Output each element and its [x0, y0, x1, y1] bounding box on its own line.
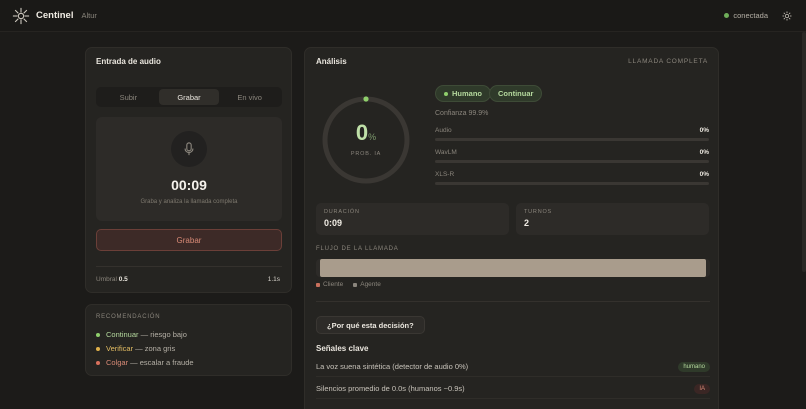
- turns-stat: TURNOS 2: [516, 203, 709, 235]
- tab-live[interactable]: En vivo: [219, 89, 280, 105]
- call-flow-bar: [316, 259, 710, 277]
- recording-panel: 00:09 Graba y analiza la llamada complet…: [96, 117, 282, 221]
- audio-duration-value: 1.1s: [267, 276, 280, 283]
- sun-icon: [782, 11, 792, 20]
- input-mode-tabs: Subir Grabar En vivo: [96, 87, 282, 107]
- recommendation-desc: — escalar a fraude: [128, 358, 194, 367]
- call-flow-legend: Cliente Agente: [316, 281, 381, 288]
- status-dot-icon: [724, 13, 730, 18]
- recommendation-key: Continuar: [106, 330, 139, 339]
- tab-upload[interactable]: Subir: [98, 89, 159, 105]
- metric-audio: Audio 0%: [435, 127, 709, 141]
- gauge-marker: [363, 96, 369, 102]
- mic-button[interactable]: [171, 131, 207, 167]
- app-name: Centinel: [36, 10, 74, 21]
- legend-client: Cliente: [316, 281, 343, 288]
- record-button[interactable]: Grabar: [96, 229, 282, 251]
- confidence-text: Confianza 99.9%: [435, 110, 489, 117]
- signal-text: La voz suena sintética (detector de audi…: [316, 362, 469, 371]
- recommendation-key: Verificar: [106, 344, 134, 353]
- gauge-unit: %: [368, 132, 377, 142]
- audio-input-title: Entrada de audio: [96, 57, 161, 66]
- signal-row: La voz suena sintética (detector de audi…: [316, 357, 710, 377]
- action-label: Continuar: [498, 89, 534, 98]
- threshold-label: Umbral: [96, 276, 117, 283]
- metric-label: WavLM: [435, 149, 457, 156]
- metric-value: 0%: [699, 127, 709, 134]
- recommendation-item: Colgar — escalar a fraude: [96, 358, 194, 367]
- metric-bar: [435, 182, 709, 185]
- why-decision-button[interactable]: ¿Por qué esta decisión?: [316, 316, 425, 334]
- recording-hint: Graba y analiza la llamada completa: [140, 199, 238, 205]
- analysis-title: Análisis: [316, 57, 347, 66]
- turns-label: TURNOS: [524, 209, 553, 215]
- agent-swatch-icon: [353, 282, 358, 287]
- metric-value: 0%: [699, 171, 709, 178]
- recommendation-card: Recomendación Continuar — riesgo bajo Ve…: [85, 304, 292, 376]
- recommendation-item: Verificar — zona gris: [96, 344, 175, 353]
- client-swatch-icon: [316, 282, 320, 287]
- divider: [96, 266, 282, 267]
- microphone-icon: [184, 142, 194, 156]
- recommendation-desc: — zona gris: [133, 344, 176, 353]
- legend-agent: Agente: [353, 281, 381, 288]
- analysis-card: Análisis LLAMADA COMPLETA 0% PROB. IA Hu…: [304, 47, 719, 409]
- audio-input-card: Entrada de audio Subir Grabar En vivo 00…: [85, 47, 292, 293]
- signal-text: Silencios promedio de 0.0s (humanos ~0.9…: [316, 384, 465, 393]
- verdict-label: Humano: [452, 89, 482, 98]
- turns-value: 2: [524, 218, 530, 228]
- action-badge: Continuar: [489, 85, 543, 102]
- app-subtitle: Altur: [81, 11, 97, 20]
- duration-value: 0:09: [324, 218, 343, 228]
- gauge-number: 0: [355, 120, 369, 145]
- divider: [316, 301, 710, 302]
- metric-bar: [435, 160, 709, 163]
- brand: Centinel Altur: [12, 7, 97, 25]
- theme-toggle-button[interactable]: [780, 9, 794, 23]
- signal-tag: IA: [694, 383, 710, 394]
- signal-tag: humano: [678, 361, 710, 372]
- recording-timer: 00:09: [171, 177, 207, 193]
- legend-label: Agente: [360, 281, 381, 288]
- metric-label: Audio: [435, 127, 452, 134]
- metric-label: XLS-R: [435, 171, 455, 178]
- metric-wavlm: WavLM 0%: [435, 149, 709, 163]
- top-bar: Centinel Altur conectada: [0, 0, 806, 32]
- recommendation-key: Colgar: [106, 358, 129, 367]
- recommendation-title: Recomendación: [96, 314, 161, 320]
- yellow-dot-icon: [96, 346, 100, 351]
- metric-bar: [435, 138, 709, 141]
- recommendation-desc: — riesgo bajo: [138, 330, 187, 339]
- call-flow-title: FLUJO DE LA LLAMADA: [316, 246, 399, 252]
- threshold-info: Umbral 0.5: [96, 276, 128, 283]
- green-dot-icon: [96, 332, 100, 337]
- verdict-dot-icon: [444, 91, 448, 96]
- centinel-logo-icon: [12, 7, 30, 24]
- threshold-value: 0.5: [118, 276, 128, 283]
- call-flow-segment: [320, 259, 706, 277]
- signal-row: Silencios promedio de 0.0s (humanos ~0.9…: [316, 379, 710, 399]
- metric-xlsr: XLS-R 0%: [435, 171, 709, 185]
- connection-status-label: conectada: [733, 11, 768, 20]
- connection-status: conectada: [724, 11, 768, 20]
- key-signals-title: Señales clave: [316, 344, 369, 353]
- metric-value: 0%: [699, 149, 709, 156]
- verdict-badge: Humano: [435, 85, 491, 102]
- page-scrollbar[interactable]: [802, 32, 806, 272]
- duration-stat: DURACIÓN 0:09: [316, 203, 509, 235]
- legend-label: Cliente: [323, 281, 344, 288]
- gauge-label: PROB. IA: [350, 151, 382, 157]
- tab-record[interactable]: Grabar: [158, 89, 220, 105]
- analysis-mode: LLAMADA COMPLETA: [628, 58, 708, 65]
- red-dot-icon: [96, 360, 100, 365]
- duration-label: DURACIÓN: [324, 209, 360, 215]
- gauge-value: 0%: [319, 120, 413, 146]
- recommendation-item: Continuar — riesgo bajo: [96, 330, 187, 339]
